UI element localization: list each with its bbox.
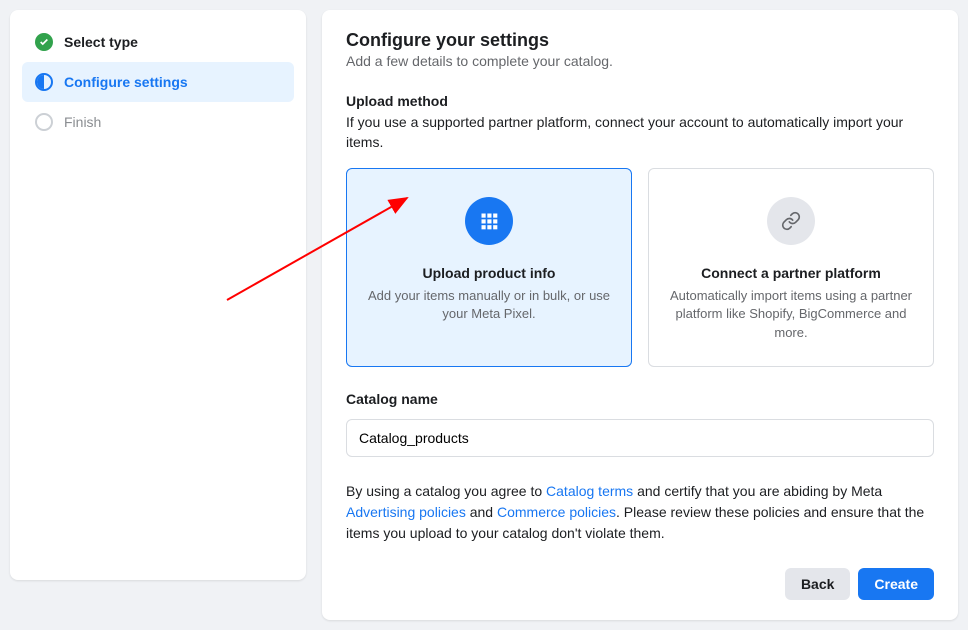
commerce-policies-link[interactable]: Commerce policies (497, 504, 616, 520)
option-title: Upload product info (367, 265, 611, 281)
catalog-terms-link[interactable]: Catalog terms (546, 483, 633, 499)
advertising-policies-link[interactable]: Advertising policies (346, 504, 466, 520)
step-finish[interactable]: Finish (22, 102, 294, 142)
agreement-text: By using a catalog you agree to Catalog … (346, 481, 934, 544)
step-label: Configure settings (64, 74, 188, 90)
link-icon (767, 197, 815, 245)
back-button[interactable]: Back (785, 568, 850, 600)
create-button[interactable]: Create (858, 568, 934, 600)
upload-method-heading: Upload method (346, 93, 934, 109)
option-description: Automatically import items using a partn… (669, 287, 913, 342)
half-circle-icon (34, 72, 54, 92)
empty-circle-icon (34, 112, 54, 132)
option-upload-product-info[interactable]: Upload product info Add your items manua… (346, 168, 632, 367)
catalog-name-label: Catalog name (346, 391, 934, 407)
step-label: Finish (64, 114, 101, 130)
page-title: Configure your settings (346, 30, 934, 51)
option-title: Connect a partner platform (669, 265, 913, 281)
main-panel: Configure your settings Add a few detail… (322, 10, 958, 620)
step-label: Select type (64, 34, 138, 50)
page-subtitle: Add a few details to complete your catal… (346, 53, 934, 69)
option-description: Add your items manually or in bulk, or u… (367, 287, 611, 323)
step-select-type[interactable]: Select type (22, 22, 294, 62)
check-circle-icon (34, 32, 54, 52)
stepper-sidebar: Select type Configure settings Finish (10, 10, 306, 580)
catalog-name-input[interactable] (346, 419, 934, 457)
upload-method-description: If you use a supported partner platform,… (346, 113, 934, 152)
option-connect-partner-platform[interactable]: Connect a partner platform Automatically… (648, 168, 934, 367)
grid-icon (465, 197, 513, 245)
step-configure-settings[interactable]: Configure settings (22, 62, 294, 102)
